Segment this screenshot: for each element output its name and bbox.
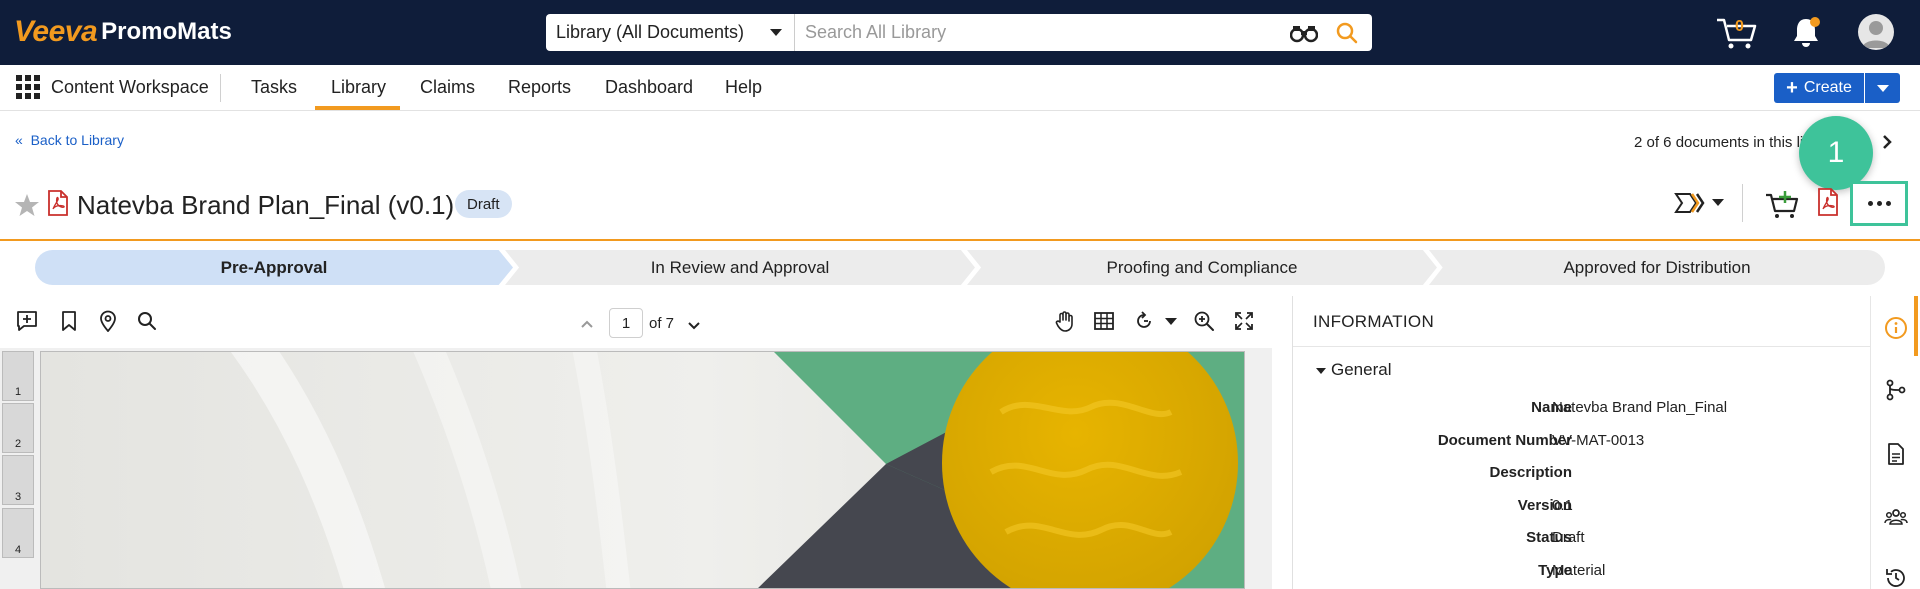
top-bar: Veeva PromoMats Library (All Documents) — [0, 0, 1920, 65]
star-icon[interactable] — [14, 192, 40, 218]
avatar[interactable] — [1858, 14, 1894, 50]
panel-rule — [1293, 346, 1870, 347]
logo-veeva: Veeva — [14, 15, 98, 48]
chevron-down-icon — [770, 29, 782, 36]
search-icon[interactable] — [1334, 20, 1360, 46]
stage-pre-approval[interactable]: Pre-Approval — [35, 250, 513, 285]
thumbnail-label: 1 — [14, 386, 22, 398]
zoom-in-icon[interactable] — [1193, 310, 1215, 332]
back-link-label: Back to Library — [30, 132, 124, 148]
header-divider — [1742, 184, 1743, 222]
relationships-icon[interactable] — [1884, 378, 1908, 402]
nav-active-indicator — [315, 106, 400, 110]
search-scope-select[interactable]: Library (All Documents) — [546, 14, 795, 51]
info-icon[interactable] — [1884, 316, 1908, 340]
add-to-cart-icon[interactable] — [1764, 189, 1800, 219]
nav-library[interactable]: Library — [331, 77, 386, 98]
document-position: 2 of 6 documents in this li — [1634, 134, 1804, 151]
field-label-name: Name — [1531, 399, 1572, 416]
cart-count: 0 — [1735, 18, 1744, 35]
workflow-icon[interactable] — [1674, 192, 1708, 214]
field-label-type: Type — [1538, 562, 1572, 579]
field-value-type: Material — [1552, 562, 1606, 579]
logo[interactable]: Veeva PromoMats — [14, 14, 232, 50]
bookmark-icon[interactable] — [58, 310, 80, 332]
search-scope-label: Library (All Documents) — [556, 22, 745, 42]
caret-down-icon[interactable] — [1316, 368, 1326, 374]
field-label-version: Version — [1517, 497, 1572, 514]
create-dropdown-button[interactable] — [1865, 73, 1900, 103]
field-label-status: Status — [1526, 529, 1572, 546]
add-annotation-icon[interactable] — [16, 310, 38, 332]
chevron-down-icon[interactable] — [687, 318, 701, 330]
more-icon — [1867, 201, 1873, 206]
nav-help[interactable]: Help — [725, 77, 762, 98]
header-rule — [0, 239, 1920, 241]
create-label: Create — [1803, 79, 1852, 96]
field-value-document-number: VV-MAT-0013 — [1552, 432, 1645, 449]
thumbnail-label: 3 — [14, 491, 22, 503]
nav-reports[interactable]: Reports — [508, 77, 571, 98]
stage-approved[interactable]: Approved for Distribution — [1429, 250, 1885, 285]
stage-in-review[interactable]: In Review and Approval — [505, 250, 975, 285]
stage-proofing[interactable]: Proofing and Compliance — [967, 250, 1437, 285]
search-input[interactable] — [795, 14, 1290, 51]
nav-tasks[interactable]: Tasks — [251, 77, 297, 98]
logo-product: PromoMats — [101, 18, 232, 45]
workspace-label[interactable]: Content Workspace — [51, 77, 209, 98]
document-page-preview[interactable] — [40, 351, 1245, 589]
search-box: Library (All Documents) — [546, 14, 1372, 51]
more-actions-button[interactable] — [1850, 181, 1908, 226]
rotate-icon[interactable] — [1133, 310, 1155, 332]
plus-icon: + — [1786, 76, 1798, 99]
grid-icon[interactable] — [1093, 310, 1115, 332]
chevron-down-icon[interactable] — [1712, 199, 1724, 206]
panel-divider — [1292, 296, 1293, 589]
field-value-version: 0.1 — [1552, 497, 1573, 514]
apps-grid-icon[interactable] — [16, 75, 40, 99]
search-icon[interactable] — [136, 310, 158, 332]
status-badge: Draft — [455, 190, 512, 218]
step-marker: 1 — [1799, 116, 1873, 190]
nav-claims[interactable]: Claims — [420, 77, 475, 98]
hand-icon[interactable] — [1054, 310, 1076, 332]
back-chevron-icon: « — [15, 132, 23, 148]
field-label-document-number: Document Number — [1437, 432, 1572, 449]
page-number-input[interactable]: 1 — [609, 308, 643, 338]
field-label-description: Description — [1489, 464, 1572, 481]
next-document-icon[interactable] — [1880, 132, 1894, 152]
cart-icon[interactable]: 0 — [1715, 16, 1759, 50]
notification-badge — [1810, 17, 1820, 27]
scrollbar[interactable] — [1914, 296, 1918, 356]
thumbnail-label: 2 — [14, 438, 22, 450]
chevron-up-icon[interactable] — [580, 316, 594, 328]
panel-title: INFORMATION — [1313, 312, 1435, 331]
create-button[interactable]: + Create — [1774, 73, 1864, 103]
back-to-library-link[interactable]: « Back to Library — [15, 132, 124, 148]
nav-bar: Content Workspace Tasks Library Claims R… — [0, 65, 1920, 111]
field-value-name: Natevba Brand Plan_Final — [1552, 399, 1728, 416]
fullscreen-icon[interactable] — [1233, 310, 1255, 332]
pdf-icon[interactable] — [1817, 188, 1839, 216]
field-value-status: Draft — [1552, 529, 1585, 546]
section-general[interactable]: General — [1331, 360, 1391, 380]
binoculars-icon[interactable] — [1289, 23, 1319, 43]
pdf-icon — [47, 190, 69, 216]
history-icon[interactable] — [1884, 566, 1908, 589]
thumbnail-label: 4 — [14, 544, 22, 556]
nav-dashboard[interactable]: Dashboard — [605, 77, 693, 98]
page-total: of 7 — [649, 315, 675, 332]
users-icon[interactable] — [1884, 505, 1908, 529]
document-icon[interactable] — [1884, 442, 1908, 466]
pin-icon[interactable] — [97, 310, 119, 333]
nav-divider — [220, 74, 221, 102]
chevron-down-icon[interactable] — [1165, 318, 1177, 325]
document-title: Natevba Brand Plan_Final (v0.1) — [77, 190, 455, 220]
